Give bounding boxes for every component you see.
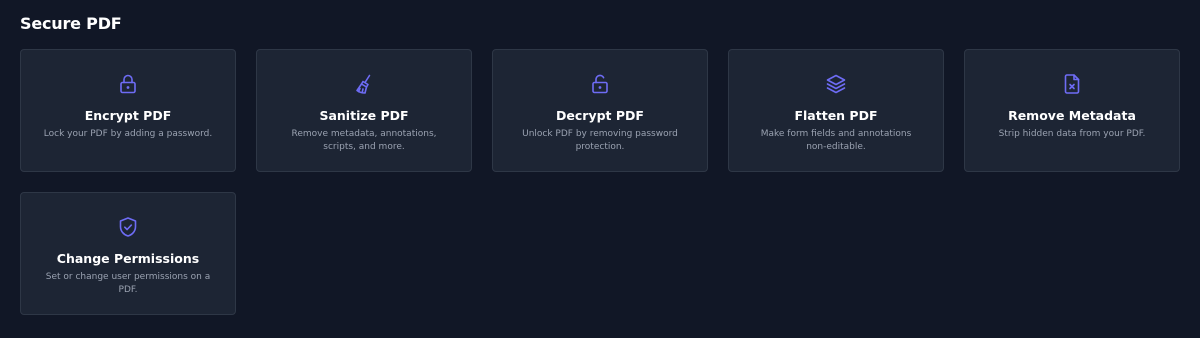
layers-icon — [822, 70, 850, 98]
tool-card-flatten-pdf[interactable]: Flatten PDF Make form fields and annotat… — [728, 49, 944, 172]
tool-grid: Encrypt PDF Lock your PDF by adding a pa… — [20, 49, 1180, 315]
tool-card-decrypt-pdf[interactable]: Decrypt PDF Unlock PDF by removing passw… — [492, 49, 708, 172]
tool-title: Decrypt PDF — [556, 108, 644, 123]
lock-icon — [114, 70, 142, 98]
broom-icon — [350, 70, 378, 98]
file-x-icon — [1058, 70, 1086, 98]
section-title: Secure PDF — [20, 14, 122, 33]
tool-description: Remove metadata, annotations, scripts, a… — [291, 129, 437, 152]
tool-card-sanitize-pdf[interactable]: Sanitize PDF Remove metadata, annotation… — [256, 49, 472, 172]
tool-card-encrypt-pdf[interactable]: Encrypt PDF Lock your PDF by adding a pa… — [20, 49, 236, 172]
tool-description: Unlock PDF by removing password protecti… — [522, 129, 678, 152]
tool-card-remove-metadata[interactable]: Remove Metadata Strip hidden data from y… — [964, 49, 1180, 172]
tool-title: Encrypt PDF — [84, 108, 172, 123]
shield-check-icon — [114, 213, 142, 241]
tool-description: Set or change user permissions on a PDF. — [45, 272, 211, 295]
tool-description: Lock your PDF by adding a password. — [43, 129, 213, 139]
unlock-icon — [586, 70, 614, 98]
tool-title: Change Permissions — [56, 251, 200, 266]
tool-description: Strip hidden data from your PDF. — [998, 129, 1146, 139]
tool-description: Make form fields and annotations non-edi… — [760, 129, 912, 152]
secure-pdf-page: Secure PDF Encrypt PDF Lock your PDF by … — [0, 0, 1200, 338]
tool-title: Remove Metadata — [1008, 108, 1136, 123]
tool-card-change-permissions[interactable]: Change Permissions Set or change user pe… — [20, 192, 236, 315]
tool-title: Flatten PDF — [794, 108, 878, 123]
tool-title: Sanitize PDF — [319, 108, 409, 123]
